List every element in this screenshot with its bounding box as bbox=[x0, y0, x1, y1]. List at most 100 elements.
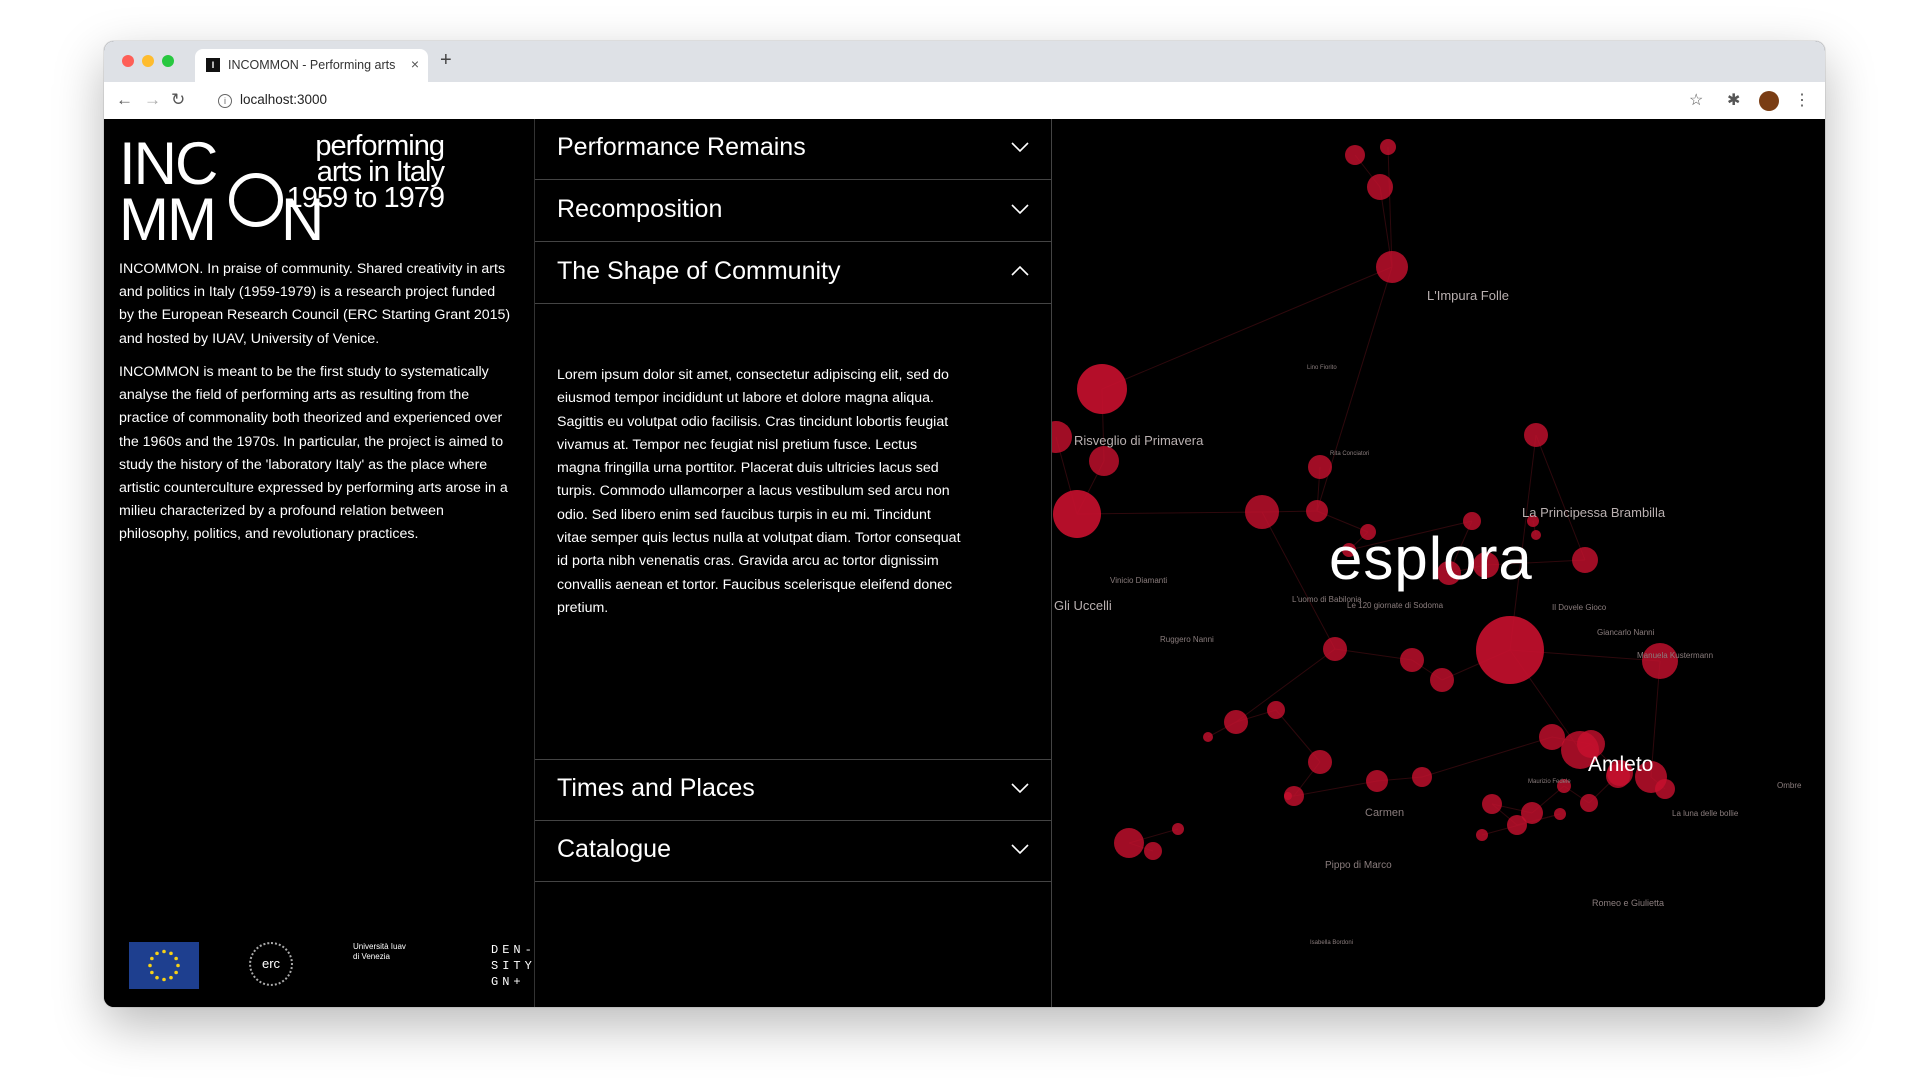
logo-line-1: INC bbox=[119, 130, 218, 197]
network-node[interactable] bbox=[1367, 174, 1393, 200]
network-map[interactable]: L'Impura Folle Risveglio di Primavera La… bbox=[1052, 119, 1825, 1007]
network-node[interactable] bbox=[1203, 732, 1213, 742]
forward-arrow-icon[interactable]: → bbox=[144, 90, 161, 110]
network-edge bbox=[1535, 434, 1586, 561]
accordion-performance-remains[interactable]: Performance Remains bbox=[535, 119, 1051, 180]
network-node[interactable] bbox=[1476, 616, 1544, 684]
map-label-ombre[interactable]: Ombre bbox=[1777, 777, 1801, 795]
map-label-romeo[interactable]: Romeo e Giulietta bbox=[1592, 894, 1664, 912]
profile-avatar[interactable] bbox=[1759, 91, 1779, 111]
network-node[interactable] bbox=[1476, 829, 1488, 841]
address-bar[interactable]: localhost:3000 bbox=[240, 92, 327, 107]
network-node[interactable] bbox=[1052, 421, 1072, 453]
network-edge bbox=[1293, 780, 1378, 797]
map-label-laluna[interactable]: La luna delle bollie bbox=[1672, 805, 1738, 823]
map-label-pippo[interactable]: Pippo di Marco bbox=[1325, 857, 1392, 875]
accordion-shape-of-community[interactable]: The Shape of Community bbox=[535, 243, 1051, 304]
network-node[interactable] bbox=[1539, 724, 1565, 750]
network-node[interactable] bbox=[1245, 495, 1279, 529]
about-panel: INC O MM N performing arts in Italy 1959… bbox=[104, 119, 535, 1007]
reload-icon[interactable]: ↻ bbox=[171, 90, 185, 110]
network-node[interactable] bbox=[1507, 815, 1527, 835]
accordion-times-and-places[interactable]: Times and Places bbox=[535, 759, 1051, 821]
network-node[interactable] bbox=[1655, 779, 1675, 799]
intro-paragraph-1: INCOMMON. In praise of community. Shared… bbox=[119, 261, 511, 347]
network-node[interactable] bbox=[1224, 710, 1248, 734]
page-content: INC O MM N performing arts in Italy 1959… bbox=[104, 119, 1825, 1007]
network-node[interactable] bbox=[1380, 139, 1396, 155]
close-tab-icon[interactable]: × bbox=[411, 56, 419, 72]
bookmark-star-icon[interactable]: ☆ bbox=[1689, 90, 1703, 110]
network-node[interactable] bbox=[1376, 251, 1408, 283]
info-icon[interactable]: i bbox=[218, 94, 232, 108]
erc-logo[interactable]: erc bbox=[249, 942, 293, 986]
network-node[interactable] bbox=[1554, 808, 1566, 820]
map-label-ruggero[interactable]: Ruggero Nanni bbox=[1160, 631, 1214, 649]
map-label-impura[interactable]: L'Impura Folle bbox=[1427, 287, 1509, 305]
network-node[interactable] bbox=[1308, 455, 1332, 479]
eu-star bbox=[155, 951, 159, 956]
network-node[interactable] bbox=[1267, 701, 1285, 719]
map-label-vinicio[interactable]: Vinicio Diamanti bbox=[1110, 572, 1167, 590]
favicon-icon: I bbox=[206, 58, 220, 72]
network-node[interactable] bbox=[1077, 364, 1127, 414]
network-node[interactable] bbox=[1284, 792, 1292, 800]
chevron-down-icon bbox=[1011, 142, 1029, 153]
incommon-logo[interactable]: INC O MM N performing arts in Italy 1959… bbox=[119, 131, 479, 251]
eu-star bbox=[174, 970, 178, 975]
network-node[interactable] bbox=[1412, 767, 1432, 787]
network-node[interactable] bbox=[1430, 668, 1454, 692]
network-node[interactable] bbox=[1400, 648, 1424, 672]
map-label-small-3[interactable]: Maurizio Fedele bbox=[1528, 773, 1571, 791]
map-label-dovele[interactable]: Il Dovele Gioco bbox=[1552, 599, 1606, 617]
network-node[interactable] bbox=[1089, 446, 1119, 476]
network-node[interactable] bbox=[1172, 823, 1184, 835]
network-node[interactable] bbox=[1308, 750, 1332, 774]
minimize-window-button[interactable] bbox=[142, 55, 154, 67]
new-tab-button[interactable]: + bbox=[440, 49, 452, 72]
eu-star bbox=[150, 970, 154, 975]
eu-star bbox=[169, 975, 173, 980]
eu-star bbox=[162, 977, 166, 982]
map-label-small-1[interactable]: Lino Fiorito bbox=[1307, 359, 1337, 377]
accordion-title: Recomposition bbox=[557, 195, 723, 223]
network-node[interactable] bbox=[1345, 145, 1365, 165]
network-node[interactable] bbox=[1572, 547, 1598, 573]
network-node[interactable] bbox=[1144, 842, 1162, 860]
menu-dots-icon[interactable]: ⋮ bbox=[1794, 90, 1810, 110]
eu-flag-logo[interactable] bbox=[129, 942, 199, 989]
network-node[interactable] bbox=[1323, 637, 1347, 661]
map-label-risveglio[interactable]: Risveglio di Primavera bbox=[1074, 432, 1203, 450]
map-label-luomo[interactable]: L'uomo di Babilonia bbox=[1292, 591, 1362, 609]
map-label-principessa[interactable]: La Principessa Brambilla bbox=[1522, 504, 1665, 522]
chevron-down-icon bbox=[1011, 783, 1029, 794]
network-node[interactable] bbox=[1114, 828, 1144, 858]
back-arrow-icon[interactable]: ← bbox=[116, 90, 133, 110]
density-logo[interactable]: DEN- SITY GN+ bbox=[491, 942, 535, 990]
accordion-catalogue[interactable]: Catalogue bbox=[535, 821, 1051, 882]
browser-tab[interactable]: I INCOMMON - Performing arts × bbox=[195, 49, 428, 82]
network-node[interactable] bbox=[1580, 794, 1598, 812]
map-label-giancarlo[interactable]: Giancarlo Nanni bbox=[1597, 624, 1654, 642]
network-node[interactable] bbox=[1524, 423, 1548, 447]
network-node[interactable] bbox=[1306, 500, 1328, 522]
tab-bar: I INCOMMON - Performing arts × + bbox=[104, 41, 1825, 82]
map-label-uccelli[interactable]: Gli Uccelli bbox=[1054, 597, 1112, 615]
explore-button[interactable]: esplora bbox=[1329, 524, 1533, 593]
map-label-small-4[interactable]: Isabella Bordoni bbox=[1310, 934, 1353, 952]
eu-star bbox=[150, 956, 154, 961]
map-label-amleto[interactable]: Amleto bbox=[1588, 754, 1653, 775]
accordion-recomposition[interactable]: Recomposition bbox=[535, 181, 1051, 242]
close-window-button[interactable] bbox=[122, 55, 134, 67]
map-label-small-2[interactable]: Rita Conciatori bbox=[1330, 445, 1369, 463]
map-label-carmen[interactable]: Carmen bbox=[1365, 804, 1404, 822]
network-node[interactable] bbox=[1053, 490, 1101, 538]
maximize-window-button[interactable] bbox=[162, 55, 174, 67]
accordion-title: Times and Places bbox=[557, 774, 755, 802]
network-node[interactable] bbox=[1482, 794, 1502, 814]
eu-star bbox=[162, 949, 166, 954]
extensions-icon[interactable]: ✱ bbox=[1727, 90, 1740, 110]
network-node[interactable] bbox=[1366, 770, 1388, 792]
iuav-logo[interactable]: Università Iuav di Venezia bbox=[353, 942, 413, 992]
map-label-manuela[interactable]: Manuela Kustermann bbox=[1637, 647, 1713, 665]
